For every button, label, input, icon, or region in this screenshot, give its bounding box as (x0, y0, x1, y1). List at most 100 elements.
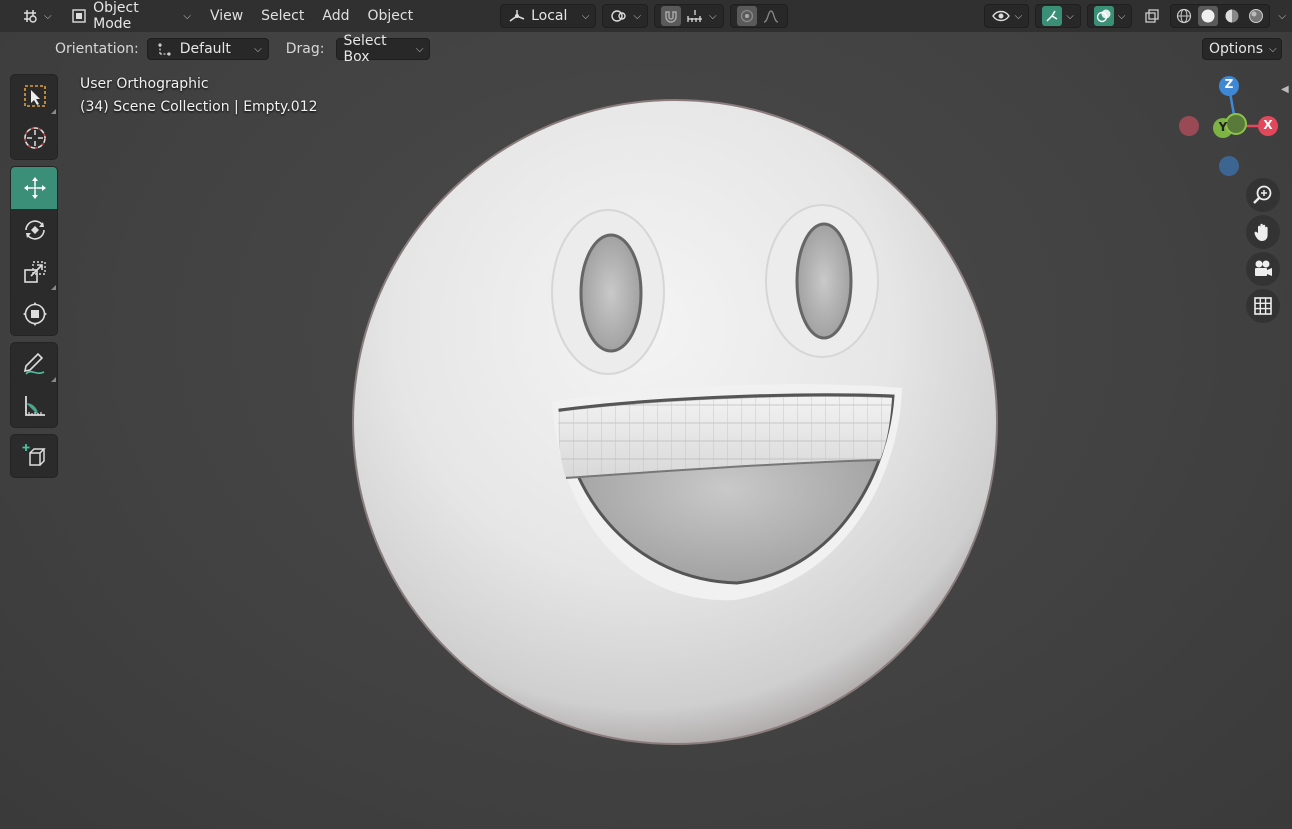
gizmo-arrows-icon[interactable] (1042, 6, 1063, 26)
gizmo-z-label: Z (1224, 77, 1234, 91)
xray-toggle[interactable] (1136, 4, 1168, 28)
camera-icon (1255, 260, 1272, 276)
snap-increment-icon[interactable] (685, 6, 705, 26)
grid-icon (1254, 297, 1272, 315)
smiley-model (352, 99, 998, 745)
chevron-down-icon[interactable]: ⌵ (1066, 11, 1074, 22)
visibility-dropdown[interactable]: ⌵ (983, 4, 1030, 28)
chevron-down-icon: ⌵ (1278, 10, 1286, 22)
menu-add[interactable]: Add (313, 4, 358, 28)
gizmo-y-label: Y (1218, 120, 1228, 134)
perspective-toggle-button[interactable] (1246, 289, 1280, 323)
chevron-down-icon: ⌵ (1269, 43, 1277, 55)
pan-button[interactable] (1246, 215, 1280, 249)
proportional-edit-icon[interactable] (736, 6, 757, 26)
rotate-icon (25, 220, 45, 240)
solid-shading-icon[interactable] (1198, 6, 1219, 26)
tool-add-cube[interactable] (11, 435, 57, 477)
orientation-setting-dropdown[interactable]: Default ⌵ (146, 38, 269, 60)
zoom-icon (1253, 185, 1272, 204)
tool-select-box[interactable] (11, 75, 57, 117)
cursor-icon (24, 127, 46, 149)
eye-icon (991, 6, 1011, 26)
zoom-button[interactable] (1246, 178, 1280, 212)
mode-label: Object Mode (93, 0, 139, 32)
tool-more-indicator (51, 285, 56, 290)
orientation-label: Local (531, 8, 568, 24)
viewport-header: ⌵ Object Mode ⌵ View Select Add Object L… (0, 0, 1292, 32)
drag-setting-value: Select Box (343, 33, 387, 65)
tool-transform[interactable] (11, 293, 57, 335)
editor-type-button[interactable]: ⌵ (14, 4, 58, 28)
orientation-default-icon (154, 39, 174, 59)
menu-select[interactable]: Select (252, 4, 313, 28)
annotate-icon (23, 352, 45, 375)
shading-mode-group (1170, 4, 1271, 28)
tool-scale[interactable] (11, 251, 57, 293)
tool-measure[interactable] (11, 385, 57, 427)
chevron-down-icon[interactable]: ⌵ (709, 11, 717, 22)
pivot-point-dropdown[interactable]: ⌵ (602, 4, 649, 28)
transform-icon (23, 302, 47, 326)
tool-group-select (10, 74, 58, 160)
gizmo-neg-x[interactable] (1179, 116, 1199, 136)
magnet-snap-icon[interactable] (661, 6, 682, 26)
move-icon (24, 177, 46, 199)
orientation-setting-label: Orientation: (55, 41, 139, 57)
wireframe-shading-icon[interactable] (1174, 6, 1194, 26)
xray-icon (1142, 6, 1162, 26)
snap-group: ⌵ (654, 4, 724, 28)
drag-setting-label: Drag: (285, 41, 325, 57)
mode-selector[interactable]: Object Mode ⌵ (64, 0, 197, 32)
select-box-icon (24, 85, 46, 107)
gizmo-toggle-group: ⌵ (1035, 4, 1081, 28)
measure-icon (25, 396, 45, 416)
collection-info: (34) Scene Collection | Empty.012 (80, 99, 318, 115)
orientation-setting-value: Default (179, 41, 231, 57)
tool-group-transform (10, 166, 58, 336)
chevron-down-icon: ⌵ (581, 10, 590, 22)
object-mode-icon (70, 6, 90, 26)
overlays-icon[interactable] (1093, 6, 1114, 26)
tool-more-indicator (51, 377, 56, 382)
gizmo-neg-y[interactable] (1225, 113, 1247, 135)
3d-viewport[interactable]: ⌵ Object Mode ⌵ View Select Add Object L… (0, 0, 1292, 829)
orientation-local-icon (507, 6, 527, 26)
tool-rotate[interactable] (11, 209, 57, 251)
falloff-curve-icon[interactable] (761, 6, 781, 26)
proportional-edit-group (729, 4, 788, 28)
tool-annotate[interactable] (11, 343, 57, 385)
add-cube-icon (22, 444, 46, 466)
gizmo-neg-z[interactable] (1219, 156, 1239, 176)
camera-view-button[interactable] (1246, 252, 1280, 286)
view-name: User Orthographic (80, 76, 209, 92)
chevron-down-icon: ⌵ (254, 43, 262, 55)
tool-more-indicator (51, 109, 56, 114)
viewport-grid-icon (20, 6, 40, 26)
tool-move[interactable] (11, 167, 57, 209)
chevron-down-icon: ⌵ (183, 10, 191, 22)
chevron-down-icon: ⌵ (44, 10, 52, 22)
chevron-down-icon: ⌵ (1014, 10, 1023, 22)
material-preview-icon[interactable] (1222, 6, 1242, 26)
scale-icon (24, 261, 46, 283)
tool-settings-bar: Orientation: Default ⌵ Drag: Select Box … (0, 33, 1292, 65)
tool-group-annotate (10, 342, 58, 428)
sidebar-toggle-icon[interactable]: ◀ (1281, 84, 1292, 100)
tool-group-add (10, 434, 58, 478)
chevron-down-icon[interactable]: ⌵ (1118, 11, 1126, 22)
chevron-down-icon: ⌵ (415, 43, 424, 55)
hand-icon (1254, 223, 1268, 241)
shading-options-dropdown[interactable]: ⌵ (1272, 4, 1292, 28)
menu-object[interactable]: Object (358, 4, 422, 28)
tool-cursor[interactable] (11, 117, 57, 159)
options-dropdown[interactable]: Options ⌵ (1202, 38, 1282, 60)
transform-orientation-dropdown[interactable]: Local ⌵ (500, 4, 597, 28)
options-label: Options (1209, 41, 1264, 57)
pivot-icon (609, 6, 629, 26)
rendered-shading-icon[interactable] (1246, 6, 1266, 26)
overlays-toggle-group: ⌵ (1086, 4, 1133, 28)
drag-setting-dropdown[interactable]: Select Box ⌵ (336, 33, 431, 65)
menu-view[interactable]: View (201, 4, 252, 28)
gizmo-x-label: X (1263, 118, 1273, 132)
